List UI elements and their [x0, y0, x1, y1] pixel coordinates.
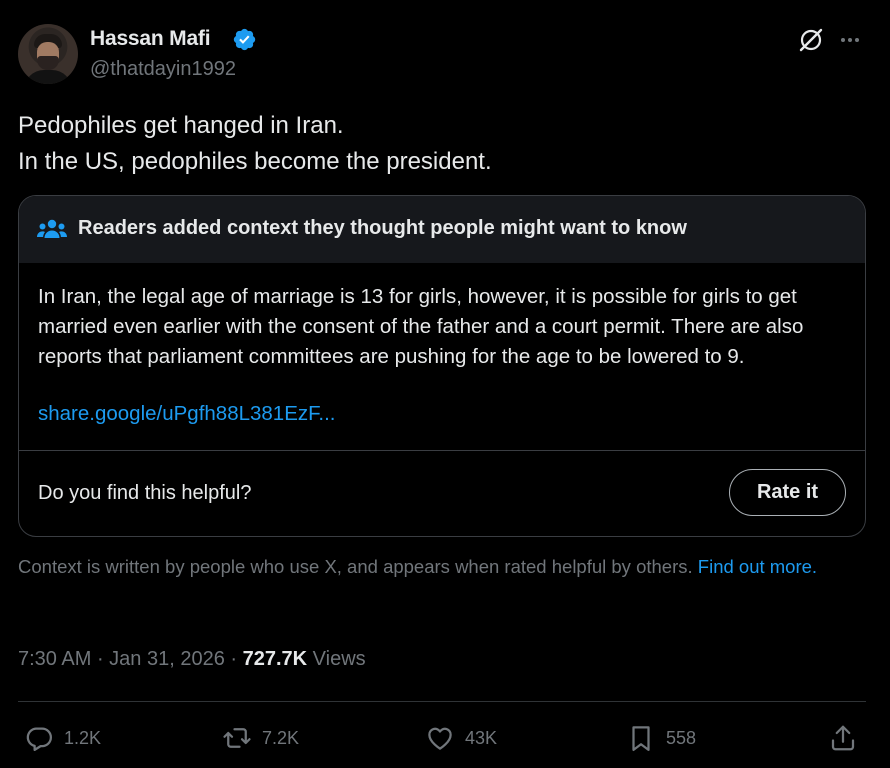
community-note: Readers added context they thought peopl…: [18, 195, 866, 537]
views-label: Views: [312, 648, 366, 670]
find-out-more-link[interactable]: Find out more.: [698, 556, 817, 577]
verified-badge-icon: [233, 28, 256, 51]
reply-button[interactable]: 1.2K: [24, 722, 101, 754]
tweet-date[interactable]: Jan 31, 2026: [109, 648, 225, 670]
like-count: 43K: [465, 727, 498, 748]
community-note-header: Readers added context they thought peopl…: [19, 196, 865, 263]
helpful-prompt: Do you find this helpful?: [38, 482, 252, 504]
rate-it-button[interactable]: Rate it: [729, 469, 846, 516]
more-icon[interactable]: [838, 28, 862, 52]
reply-count: 1.2K: [64, 727, 102, 748]
tweet-meta: 7:30 AM · Jan 31, 2026 · 727.7K Views: [18, 648, 366, 670]
share-button[interactable]: [828, 722, 868, 754]
grok-icon[interactable]: [797, 26, 825, 54]
divider: [18, 701, 866, 702]
like-icon: [428, 727, 452, 750]
bookmark-count: 558: [666, 727, 697, 748]
community-note-link[interactable]: share.google/uPgfh88L381EzF...: [38, 402, 335, 426]
bookmark-button[interactable]: 558: [626, 722, 696, 754]
repost-icon: [223, 728, 251, 748]
context-footer: Context is written by people who use X, …: [18, 554, 858, 579]
community-note-title: Readers added context they thought peopl…: [78, 217, 687, 239]
bookmark-icon: [632, 726, 650, 751]
reply-icon: [26, 727, 52, 751]
tweet-time[interactable]: 7:30 AM: [18, 648, 91, 670]
avatar[interactable]: [18, 24, 78, 84]
divider: [19, 450, 865, 451]
author-handle[interactable]: @thatdayin1992: [90, 58, 236, 81]
people-icon: [37, 219, 67, 238]
views-count: 727.7K: [242, 648, 308, 670]
repost-count: 7.2K: [262, 727, 300, 748]
community-note-body: In Iran, the legal age of marriage is 13…: [38, 285, 804, 368]
like-button[interactable]: 43K: [425, 722, 497, 754]
tweet-text: Pedophiles get hanged in Iran. In the US…: [18, 112, 492, 175]
repost-button[interactable]: 7.2K: [222, 722, 299, 754]
author-display-name[interactable]: Hassan Mafi: [90, 27, 211, 51]
context-footer-text: Context is written by people who use X, …: [18, 556, 693, 577]
share-icon: [831, 725, 855, 751]
